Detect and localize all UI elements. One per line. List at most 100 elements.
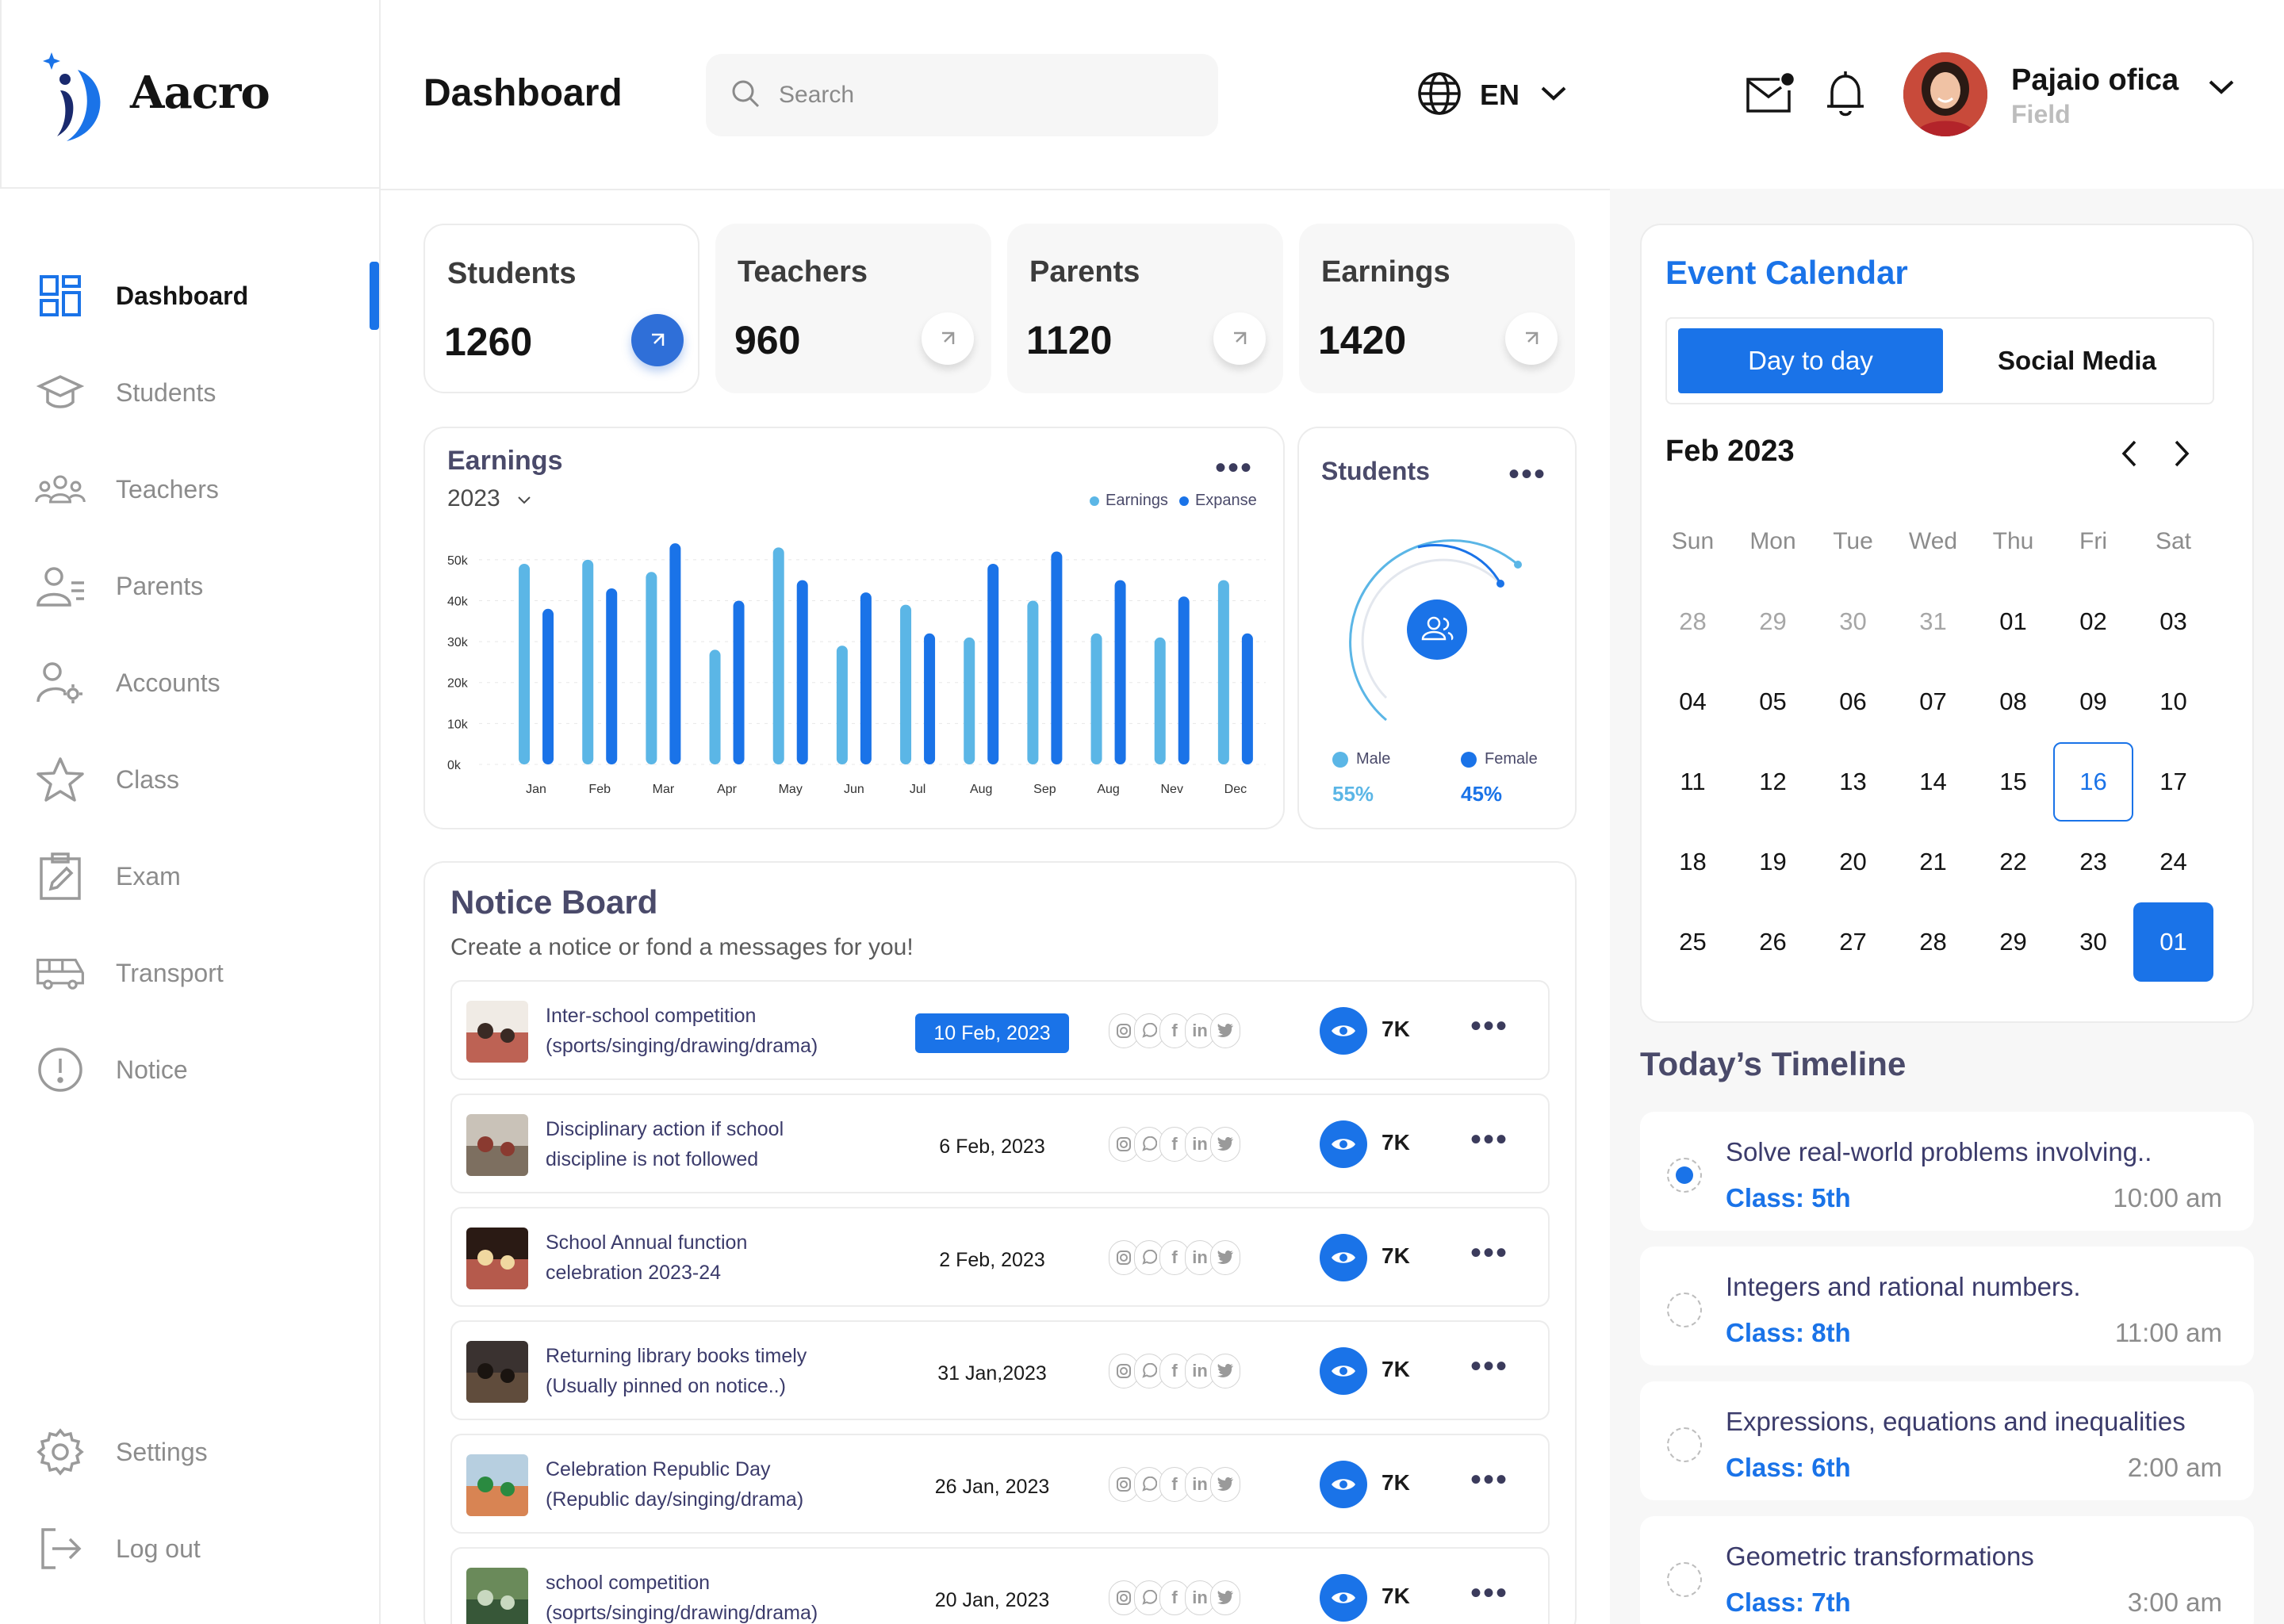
mail-icon[interactable]	[1745, 73, 1794, 118]
twitter-icon[interactable]	[1210, 1240, 1240, 1275]
timeline-radio[interactable]	[1667, 1562, 1702, 1597]
stat-card-students[interactable]: Students 1260	[423, 224, 699, 393]
twitter-icon[interactable]	[1210, 1013, 1240, 1048]
calendar-day[interactable]: 29	[1733, 582, 1813, 661]
calendar-day[interactable]: 21	[1893, 822, 1973, 902]
stat-card-earnings[interactable]: Earnings 1420	[1299, 224, 1575, 393]
calendar-day[interactable]: 12	[1733, 742, 1813, 822]
calendar-day[interactable]: 23	[2053, 822, 2133, 902]
calendar-day[interactable]: 17	[2133, 742, 2213, 822]
sidebar-item-transport[interactable]: Transport	[35, 937, 381, 1009]
twitter-icon[interactable]	[1210, 1467, 1240, 1502]
calendar-day[interactable]: 19	[1733, 822, 1813, 902]
calendar-day[interactable]: 10	[2133, 662, 2213, 741]
notice-row[interactable]: Inter-school competition (sports/singing/…	[450, 980, 1550, 1080]
eye-icon[interactable]	[1320, 1574, 1367, 1622]
chevron-right-icon[interactable]	[2173, 439, 2190, 472]
calendar-day[interactable]: 01	[2133, 902, 2213, 982]
calendar-day[interactable]: 30	[1813, 582, 1893, 661]
calendar-day[interactable]: 05	[1733, 662, 1813, 741]
calendar-day[interactable]: 02	[2053, 582, 2133, 661]
calendar-day[interactable]: 08	[1973, 662, 2053, 741]
twitter-icon[interactable]	[1210, 1580, 1240, 1615]
calendar-day[interactable]: 03	[2133, 582, 2213, 661]
sidebar-item-notice[interactable]: Notice	[35, 1034, 381, 1105]
timeline-item[interactable]: Geometric transformations Class: 7th 3:00 …	[1640, 1516, 2254, 1624]
tab-social-media[interactable]: Social Media	[1945, 328, 2209, 393]
eye-icon[interactable]	[1320, 1347, 1367, 1395]
eye-icon[interactable]	[1320, 1461, 1367, 1508]
sidebar-item-logout[interactable]: Log out	[35, 1513, 381, 1584]
eye-icon[interactable]	[1320, 1234, 1367, 1281]
more-menu-button[interactable]: •••	[1470, 1235, 1508, 1271]
eye-icon[interactable]	[1320, 1007, 1367, 1055]
calendar-day[interactable]: 11	[1653, 742, 1733, 822]
calendar-day[interactable]: 06	[1813, 662, 1893, 741]
calendar-day[interactable]: 04	[1653, 662, 1733, 741]
sidebar-item-class[interactable]: Class	[35, 744, 381, 815]
more-menu-button[interactable]: •••	[1470, 1349, 1508, 1385]
notice-row[interactable]: Celebration Republic Day (Republic day/si…	[450, 1434, 1550, 1534]
calendar-day[interactable]: 30	[2053, 902, 2133, 982]
arrow-icon[interactable]	[631, 314, 684, 366]
calendar-day[interactable]: 28	[1653, 582, 1733, 661]
calendar-day[interactable]: 13	[1813, 742, 1893, 822]
sidebar-item-dashboard[interactable]: Dashboard	[35, 260, 381, 331]
more-menu-button[interactable]: •••	[1470, 1009, 1508, 1044]
avatar[interactable]	[1903, 52, 1987, 136]
twitter-icon[interactable]	[1210, 1127, 1240, 1162]
timeline-item[interactable]: Expressions, equations and inequalities C…	[1640, 1381, 2254, 1500]
more-menu-button[interactable]: •••	[1470, 1122, 1508, 1158]
sidebar-item-parents[interactable]: Parents	[35, 550, 381, 622]
more-menu-button[interactable]: •••	[1470, 1462, 1508, 1498]
sidebar-item-accounts[interactable]: Accounts	[35, 647, 381, 718]
sidebar-item-exam[interactable]: Exam	[35, 841, 381, 912]
arrow-icon[interactable]	[1213, 312, 1266, 365]
stat-card-teachers[interactable]: Teachers 960	[715, 224, 991, 393]
calendar-day[interactable]: 27	[1813, 902, 1893, 982]
calendar-day[interactable]: 14	[1893, 742, 1973, 822]
calendar-day[interactable]: 20	[1813, 822, 1893, 902]
calendar-day[interactable]: 26	[1733, 902, 1813, 982]
timeline-radio[interactable]	[1667, 1427, 1702, 1462]
search-bar[interactable]	[706, 54, 1218, 136]
language-selector[interactable]: EN	[1416, 67, 1567, 124]
more-menu-button[interactable]: •••	[1470, 1576, 1508, 1611]
calendar-day[interactable]: 24	[2133, 822, 2213, 902]
calendar-day[interactable]: 25	[1653, 902, 1733, 982]
twitter-icon[interactable]	[1210, 1354, 1240, 1388]
timeline-item[interactable]: Integers and rational numbers. Class: 8th…	[1640, 1247, 2254, 1365]
arrow-icon[interactable]	[1505, 312, 1558, 365]
chevron-left-icon[interactable]	[2121, 439, 2138, 472]
stat-card-parents[interactable]: Parents 1120	[1007, 224, 1283, 393]
notice-title[interactable]: Returning library books timely (Usually p…	[546, 1341, 895, 1401]
notice-row[interactable]: school competition (soprts/singing/drawin…	[450, 1547, 1550, 1624]
calendar-day[interactable]: 15	[1973, 742, 2053, 822]
notice-title[interactable]: Disciplinary action if school discipline …	[546, 1114, 895, 1174]
search-input[interactable]	[779, 82, 1191, 109]
timeline-radio[interactable]	[1667, 1158, 1702, 1193]
notice-title[interactable]: Inter-school competition (sports/singing/…	[546, 1001, 895, 1061]
notice-row[interactable]: Returning library books timely (Usually p…	[450, 1320, 1550, 1420]
tab-day-to-day[interactable]: Day to day	[1678, 328, 1943, 393]
calendar-day[interactable]: 29	[1973, 902, 2053, 982]
year-selector[interactable]: 2023	[447, 485, 532, 512]
sidebar-item-students[interactable]: Students	[35, 357, 381, 428]
more-menu-button[interactable]: •••	[1215, 450, 1253, 486]
calendar-day[interactable]: 28	[1893, 902, 1973, 982]
calendar-day[interactable]: 22	[1973, 822, 2053, 902]
calendar-day[interactable]: 16	[2053, 742, 2133, 822]
timeline-radio[interactable]	[1667, 1293, 1702, 1327]
calendar-day[interactable]: 07	[1893, 662, 1973, 741]
eye-icon[interactable]	[1320, 1120, 1367, 1168]
chevron-down-icon[interactable]	[2208, 79, 2235, 99]
notice-row[interactable]: School Annual function celebration 2023-2…	[450, 1207, 1550, 1307]
arrow-icon[interactable]	[922, 312, 974, 365]
sidebar-item-settings[interactable]: Settings	[35, 1416, 381, 1488]
notice-title[interactable]: school competition (soprts/singing/drawin…	[546, 1568, 895, 1624]
bell-icon[interactable]	[1826, 68, 1865, 121]
calendar-day[interactable]: 31	[1893, 582, 1973, 661]
timeline-item[interactable]: Solve real-world problems involving.. Cla…	[1640, 1112, 2254, 1231]
notice-row[interactable]: Disciplinary action if school discipline …	[450, 1094, 1550, 1193]
calendar-day[interactable]: 09	[2053, 662, 2133, 741]
